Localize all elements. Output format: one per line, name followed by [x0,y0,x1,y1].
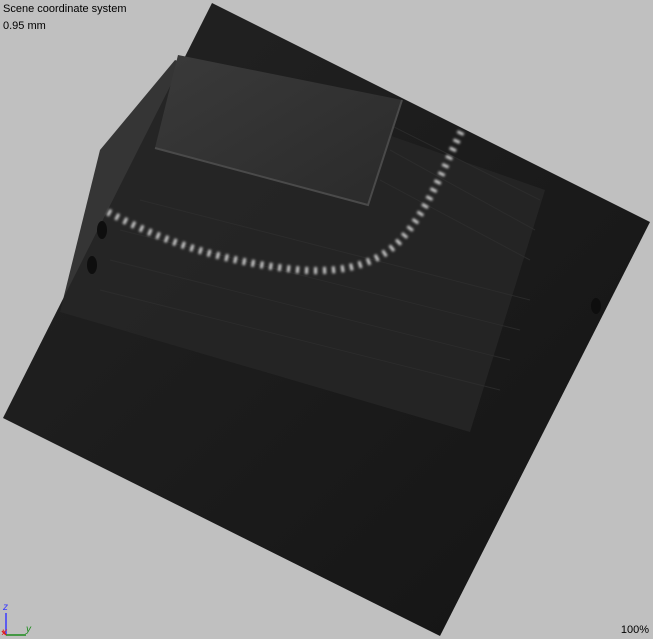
axis-y-label: y [26,624,31,635]
axis-x-label: x [2,627,7,638]
xyz-axis-triad-icon: z y x [0,603,40,639]
axis-z-label: z [3,602,8,613]
zoom-level: 100% [620,624,649,636]
coordinate-system-label: Scene coordinate system [3,3,127,15]
scale-label: 0.95 mm [3,20,46,32]
scene-render[interactable] [0,0,653,639]
3d-scene-viewport[interactable]: Scene coordinate system 0.95 mm 100% z y… [0,0,653,639]
